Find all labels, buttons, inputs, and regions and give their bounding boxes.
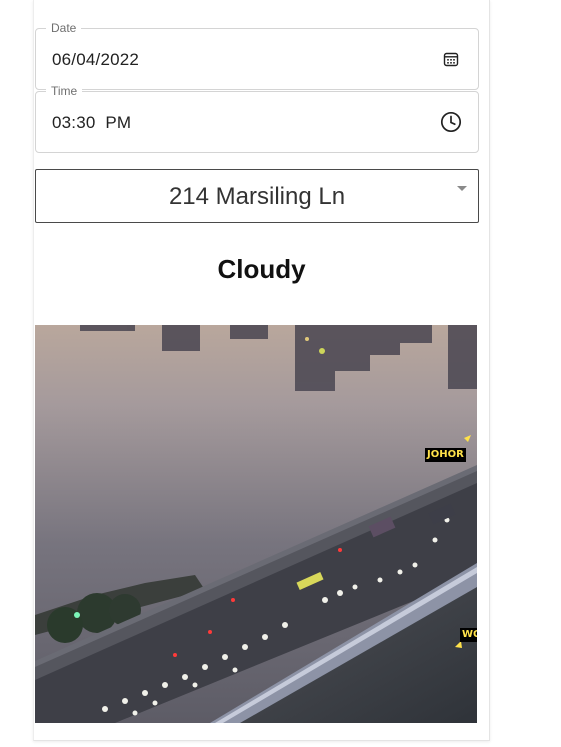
date-label: Date [46, 20, 82, 36]
calendar-icon[interactable] [440, 48, 462, 70]
traffic-card: Date 06/04/2022 Time 03:30 PM 214 Marsil… [33, 0, 490, 741]
date-field[interactable]: Date 06/04/2022 [35, 20, 479, 90]
time-value[interactable]: 03:30 PM [52, 113, 131, 133]
traffic-camera-image: JOHOR WO [35, 325, 477, 723]
date-value[interactable]: 06/04/2022 [52, 50, 139, 70]
location-select[interactable]: 214 Marsiling Ln [35, 169, 479, 223]
time-label: Time [46, 83, 83, 99]
camera-label-wo: WO [460, 628, 477, 642]
location-value: 214 Marsiling Ln [168, 183, 346, 210]
chevron-down-icon [457, 186, 467, 191]
time-field[interactable]: Time 03:30 PM [35, 83, 479, 153]
clock-icon[interactable] [440, 111, 462, 133]
camera-label-johor: JOHOR [425, 448, 466, 462]
weather-forecast: Cloudy [217, 254, 306, 284]
